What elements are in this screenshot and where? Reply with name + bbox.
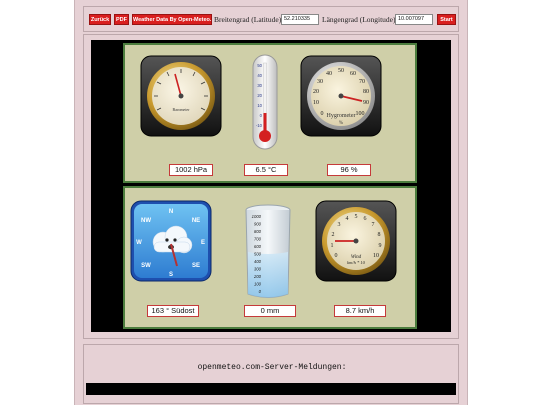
hygrometer-gauge: 0 10 20 30 40 50 60 70 80 90 100 Hygrome… (300, 55, 382, 137)
hygrometer-tick-50: 50 (338, 68, 344, 74)
toolbar: Zurück PDF Weather Data By Open-Meteo.co… (83, 6, 459, 32)
wind-tick-2: 2 (332, 232, 335, 238)
server-messages-title: openmeteo.com-Server-Meldungen: (197, 363, 347, 372)
wind-tick-0: 0 (335, 253, 338, 259)
wind-tick-1: 1 (331, 243, 334, 249)
rain-scale-400: 400 (254, 259, 262, 264)
compass-sw: SW (141, 263, 151, 269)
rain-scale-600: 600 (254, 244, 262, 249)
hygrometer-tick-70: 70 (359, 79, 365, 85)
wind-speed-gauge: 0 1 2 3 4 5 6 7 8 9 10 Wind km/h * 10 (315, 200, 397, 282)
server-messages-panel: openmeteo.com-Server-Meldungen: (83, 344, 459, 404)
compass-w: W (136, 240, 142, 246)
wind-tick-3: 3 (338, 222, 341, 228)
hygrometer-tick-100: 100 (356, 111, 365, 117)
hygrometer-tick-0: 0 (321, 111, 324, 117)
hygrometer-tick-10: 10 (313, 100, 319, 106)
wind-direction-readout: 163 ° Südost (147, 305, 199, 317)
compass-e: E (201, 240, 205, 246)
wind-tick-10: 10 (373, 253, 379, 259)
wind-tick-5: 5 (355, 214, 358, 220)
rain-scale-200: 200 (253, 274, 262, 279)
humidity-readout: 96 % (327, 164, 371, 176)
start-button[interactable]: Start (437, 14, 456, 25)
rain-scale-800: 800 (254, 229, 262, 234)
rain-readout: 0 mm (244, 305, 296, 317)
wind-tick-9: 9 (379, 243, 382, 249)
hygrometer-tick-60: 60 (350, 71, 356, 77)
thermometer-label-50: 50 (257, 63, 262, 68)
hygrometer-tick-40: 40 (326, 71, 332, 77)
rain-scale-1000: 1000 (252, 214, 262, 219)
barometer-face-label: Barometer (173, 107, 191, 112)
latitude-input[interactable]: 52.210335 (281, 14, 319, 25)
longitude-label: Längengrad (Longitude): (322, 15, 398, 24)
hygrometer-tick-30: 30 (317, 79, 323, 85)
panel-pressure-temp-humidity: Barometer 50 40 30 20 10 0 -10 0 10 20 3… (123, 43, 417, 183)
hygrometer-tick-80: 80 (363, 89, 369, 95)
rain-gauge: 1000 900 800 700 600 500 400 300 200 100… (245, 204, 291, 298)
temperature-readout: 6.5 °C (244, 164, 288, 176)
open-meteo-link-button[interactable]: Weather Data By Open-Meteo.com (132, 14, 212, 25)
thermometer-gauge: 50 40 30 20 10 0 -10 (252, 54, 278, 150)
thermometer-label-10: 10 (257, 103, 262, 108)
wind-direction-gauge: N NE E SE S SW W NW (130, 200, 212, 282)
thermometer-label-minus10: -10 (256, 123, 263, 128)
latitude-label: Breitengrad (Latitude): (214, 15, 284, 24)
wind-speed-readout: 8.7 km/h (334, 305, 386, 317)
pressure-readout: 1002 hPa (169, 164, 213, 176)
compass-n: N (169, 209, 173, 215)
compass-s: S (169, 272, 173, 278)
wind-unit: km/h * 10 (347, 260, 365, 265)
wind-tick-7: 7 (372, 222, 375, 228)
wind-tick-6: 6 (364, 216, 367, 222)
pdf-button[interactable]: PDF (114, 14, 129, 25)
app-frame: Zurück PDF Weather Data By Open-Meteo.co… (74, 0, 468, 405)
hygrometer-unit: % (339, 121, 343, 126)
barometer-gauge: Barometer (140, 55, 222, 137)
longitude-input[interactable]: 10.007097 (395, 14, 433, 25)
compass-se: SE (192, 263, 200, 269)
wind-tick-8: 8 (378, 232, 381, 238)
thermometer-label-40: 40 (257, 73, 262, 78)
rain-scale-300: 300 (254, 267, 262, 272)
hygrometer-face-label: Hygrometer (327, 113, 356, 119)
compass-nw: NW (141, 218, 151, 224)
thermometer-label-30: 30 (257, 83, 262, 88)
panel-wind-rain: N NE E SE S SW W NW 1000 900 800 700 600… (123, 186, 417, 329)
wind-tick-4: 4 (346, 216, 349, 222)
rain-scale-500: 500 (254, 252, 262, 257)
compass-ne: NE (192, 218, 200, 224)
rain-scale-100: 100 (254, 282, 262, 287)
rain-scale-700: 700 (254, 237, 262, 242)
rain-scale-900: 900 (254, 222, 262, 227)
hygrometer-tick-20: 20 (313, 89, 319, 95)
server-messages-output (86, 383, 456, 395)
hygrometer-tick-90: 90 (363, 100, 369, 106)
back-button[interactable]: Zurück (89, 14, 111, 25)
thermometer-label-20: 20 (257, 93, 262, 98)
